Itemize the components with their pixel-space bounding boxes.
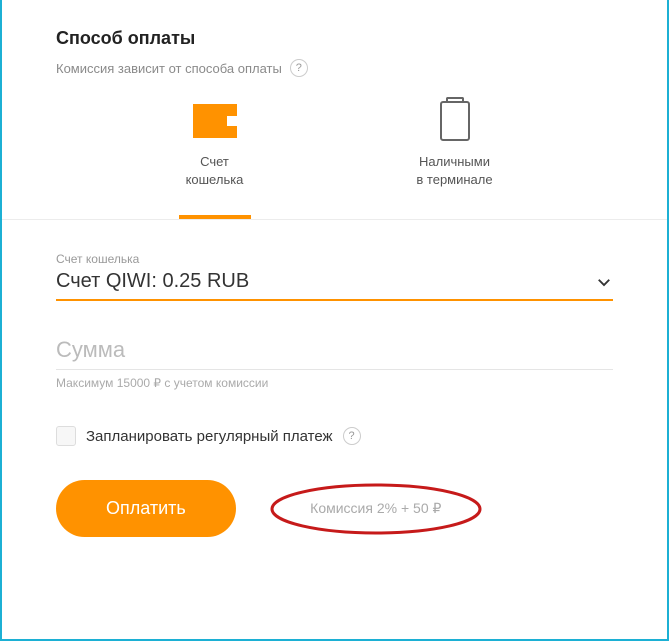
schedule-checkbox[interactable] — [56, 426, 76, 446]
commission-text: Комиссия 2% + 50 ₽ — [310, 500, 441, 517]
action-row: Оплатить Комиссия 2% + 50 ₽ — [56, 480, 613, 537]
schedule-row: Запланировать регулярный платеж ? — [56, 426, 613, 446]
divider — [2, 219, 667, 220]
account-value: Счет QIWI: 0.25 RUB — [56, 270, 249, 293]
amount-input[interactable] — [56, 337, 613, 370]
amount-hint: Максимум 15000 ₽ с учетом комиссии — [56, 376, 613, 390]
help-icon[interactable]: ? — [343, 427, 361, 445]
wallet-icon — [191, 101, 239, 141]
method-terminal-label: Наличными в терминале — [416, 153, 492, 189]
method-wallet[interactable]: Счет кошелька — [155, 101, 275, 189]
account-field: Счет кошелька Счет QIWI: 0.25 RUB — [56, 252, 613, 301]
account-label: Счет кошелька — [56, 252, 613, 266]
commission-subtitle: Комиссия зависит от способа оплаты — [56, 61, 282, 76]
subtitle-row: Комиссия зависит от способа оплаты ? — [56, 59, 613, 77]
terminal-icon — [431, 101, 479, 141]
section-title: Способ оплаты — [56, 28, 613, 49]
amount-field: Максимум 15000 ₽ с учетом комиссии — [56, 337, 613, 390]
method-active-underline — [179, 215, 251, 219]
method-terminal[interactable]: Наличными в терминале — [395, 101, 515, 189]
schedule-label: Запланировать регулярный платеж — [86, 428, 333, 445]
help-icon[interactable]: ? — [290, 59, 308, 77]
account-select[interactable]: Счет QIWI: 0.25 RUB — [56, 270, 613, 301]
method-wallet-label: Счет кошелька — [186, 153, 244, 189]
pay-button[interactable]: Оплатить — [56, 480, 236, 537]
payment-methods: Счет кошелька Наличными в терминале — [56, 101, 613, 189]
chevron-down-icon — [595, 273, 613, 291]
commission-callout: Комиссия 2% + 50 ₽ — [266, 481, 486, 537]
